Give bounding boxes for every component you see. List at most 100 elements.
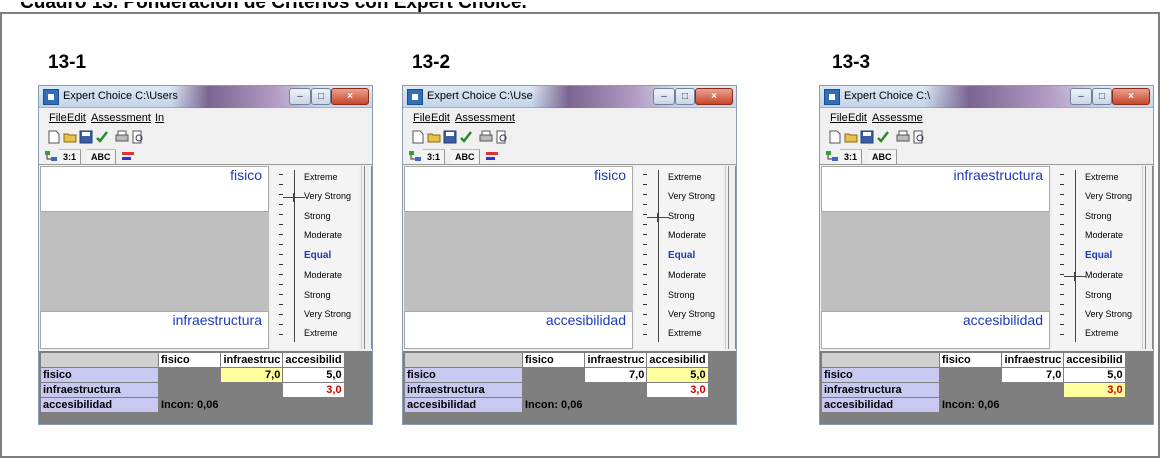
scale-tick: [279, 294, 283, 295]
verbal-scale[interactable]: Extreme Very Strong Strong Moderate Equal Mod…: [635, 166, 723, 349]
vertical-scrollbar[interactable]: [361, 166, 372, 349]
checkmark-icon[interactable]: [459, 130, 473, 144]
minimize-button[interactable]: –: [653, 88, 675, 105]
matrix-value-cell[interactable]: 5,0: [646, 367, 709, 383]
menu-item[interactable]: Assessment: [455, 112, 515, 124]
tree-view-icon[interactable]: [825, 149, 839, 163]
new-file-icon[interactable]: [828, 130, 842, 144]
verbal-scale[interactable]: Extreme Very Strong Strong Moderate Equal Mod…: [1052, 166, 1140, 349]
close-button[interactable]: ×: [695, 88, 733, 105]
scale-level-label: Strong: [668, 290, 695, 300]
menu-item[interactable]: Assessme: [872, 112, 923, 124]
scale-slider-thumb[interactable]: [283, 193, 305, 202]
scale-level-label: Moderate: [1085, 230, 1124, 240]
print-icon[interactable]: [896, 130, 910, 144]
matrix-corner: [821, 352, 940, 368]
window-title: Expert Choice C:\Use: [427, 90, 533, 102]
checkmark-icon[interactable]: [876, 130, 890, 144]
save-icon[interactable]: [860, 130, 874, 144]
print-icon[interactable]: [115, 130, 129, 144]
vertical-scrollbar[interactable]: [725, 166, 736, 349]
scale-tick: [279, 304, 283, 305]
checkmark-icon[interactable]: [95, 130, 109, 144]
title-bar[interactable]: Expert Choice C:\Users – □ ×: [39, 86, 372, 108]
bottom-criterion-card[interactable]: infraestructura: [40, 311, 269, 349]
top-criterion-card[interactable]: fisico: [404, 166, 633, 212]
print-preview-icon[interactable]: [131, 130, 145, 144]
save-icon[interactable]: [443, 130, 457, 144]
scale-tick: [643, 294, 647, 295]
open-folder-icon[interactable]: [844, 130, 858, 144]
minimize-button[interactable]: –: [289, 88, 311, 105]
matrix-col-header: accesibilid: [1063, 352, 1126, 368]
matrix-value-cell[interactable]: 5,0: [282, 367, 345, 383]
menu-item[interactable]: In: [155, 112, 164, 124]
menu-item[interactable]: Assessment: [91, 112, 151, 124]
matrix-value-cell[interactable]: 7,0: [584, 367, 648, 383]
title-bar[interactable]: Expert Choice C:\Use – □ ×: [403, 86, 736, 108]
scale-tick: [643, 314, 647, 315]
menu-item[interactable]: Edit: [67, 112, 86, 124]
tab-pairwise-verbal[interactable]: ABC: [868, 149, 897, 164]
close-button[interactable]: ×: [1112, 88, 1150, 105]
scale-slider-thumb[interactable]: [647, 213, 669, 222]
matrix-row-header: accesibilidad: [40, 397, 159, 413]
tree-view-icon[interactable]: [44, 149, 58, 163]
top-criterion-label: fisico: [230, 167, 262, 183]
minimize-button[interactable]: –: [1070, 88, 1092, 105]
scale-tick: [1060, 294, 1064, 295]
matrix-value-cell[interactable]: 3,0: [646, 382, 709, 398]
title-bar[interactable]: Expert Choice C:\ – □ ×: [820, 86, 1153, 108]
top-criterion-card[interactable]: fisico: [40, 166, 269, 212]
matrix-value-cell[interactable]: 5,0: [1063, 367, 1126, 383]
open-folder-icon[interactable]: [427, 130, 441, 144]
new-file-icon[interactable]: [47, 130, 61, 144]
tree-view-icon[interactable]: [408, 149, 422, 163]
vertical-scrollbar[interactable]: [1142, 166, 1153, 349]
maximize-button[interactable]: □: [675, 88, 695, 105]
matrix-corner: [40, 352, 159, 368]
scale-level-label: Strong: [1085, 211, 1112, 221]
maximize-button[interactable]: □: [311, 88, 331, 105]
inconsistency-ratio: Incon: 0,06: [157, 397, 222, 413]
top-criterion-card[interactable]: infraestructura: [821, 166, 1050, 212]
print-preview-icon[interactable]: [495, 130, 509, 144]
save-icon[interactable]: [79, 130, 93, 144]
scale-level-label: Strong: [304, 211, 331, 221]
tab-pairwise-numerical[interactable]: 3:1: [840, 149, 863, 164]
graphical-comparison-icon[interactable]: [121, 149, 135, 163]
tab-pairwise-numerical[interactable]: 3:1: [423, 149, 446, 164]
scale-tick: [279, 264, 283, 265]
bottom-criterion-card[interactable]: accesibilidad: [821, 311, 1050, 349]
scale-level-label: Moderate: [304, 230, 343, 240]
tab-pairwise-verbal[interactable]: ABC: [451, 149, 480, 164]
view-tabs: 3:1 ABC: [403, 148, 736, 165]
open-folder-icon[interactable]: [63, 130, 77, 144]
matrix-value-cell[interactable]: 3,0: [282, 382, 345, 398]
new-file-icon[interactable]: [411, 130, 425, 144]
panel-label: 13-1: [48, 52, 87, 73]
matrix-value-cell[interactable]: 7,0: [220, 367, 284, 383]
menu-item[interactable]: Edit: [431, 112, 450, 124]
print-preview-icon[interactable]: [912, 130, 926, 144]
graphical-comparison-icon[interactable]: [485, 149, 499, 163]
maximize-button[interactable]: □: [1092, 88, 1112, 105]
bottom-criterion-card[interactable]: accesibilidad: [404, 311, 633, 349]
menu-item[interactable]: File: [49, 112, 67, 124]
scale-tick: [1060, 324, 1064, 325]
tab-pairwise-numerical[interactable]: 3:1: [59, 149, 82, 164]
scale-slider-thumb[interactable]: [1064, 272, 1086, 281]
menu-item[interactable]: File: [830, 112, 848, 124]
matrix-row-header: fisico: [404, 367, 523, 383]
menu-item[interactable]: File: [413, 112, 431, 124]
comparison-matrix: fisico infraestruc accesibilid fisico 7,0 5,0…: [39, 351, 372, 424]
scale-tick: [1060, 174, 1064, 175]
matrix-value-cell[interactable]: 3,0: [1063, 382, 1126, 398]
verbal-scale[interactable]: Extreme Very Strong Strong Moderate Equal Mod…: [271, 166, 359, 349]
scale-tick: [1060, 254, 1064, 255]
tab-pairwise-verbal[interactable]: ABC: [87, 149, 116, 164]
print-icon[interactable]: [479, 130, 493, 144]
close-button[interactable]: ×: [331, 88, 369, 105]
matrix-value-cell[interactable]: 7,0: [1001, 367, 1065, 383]
menu-item[interactable]: Edit: [848, 112, 867, 124]
